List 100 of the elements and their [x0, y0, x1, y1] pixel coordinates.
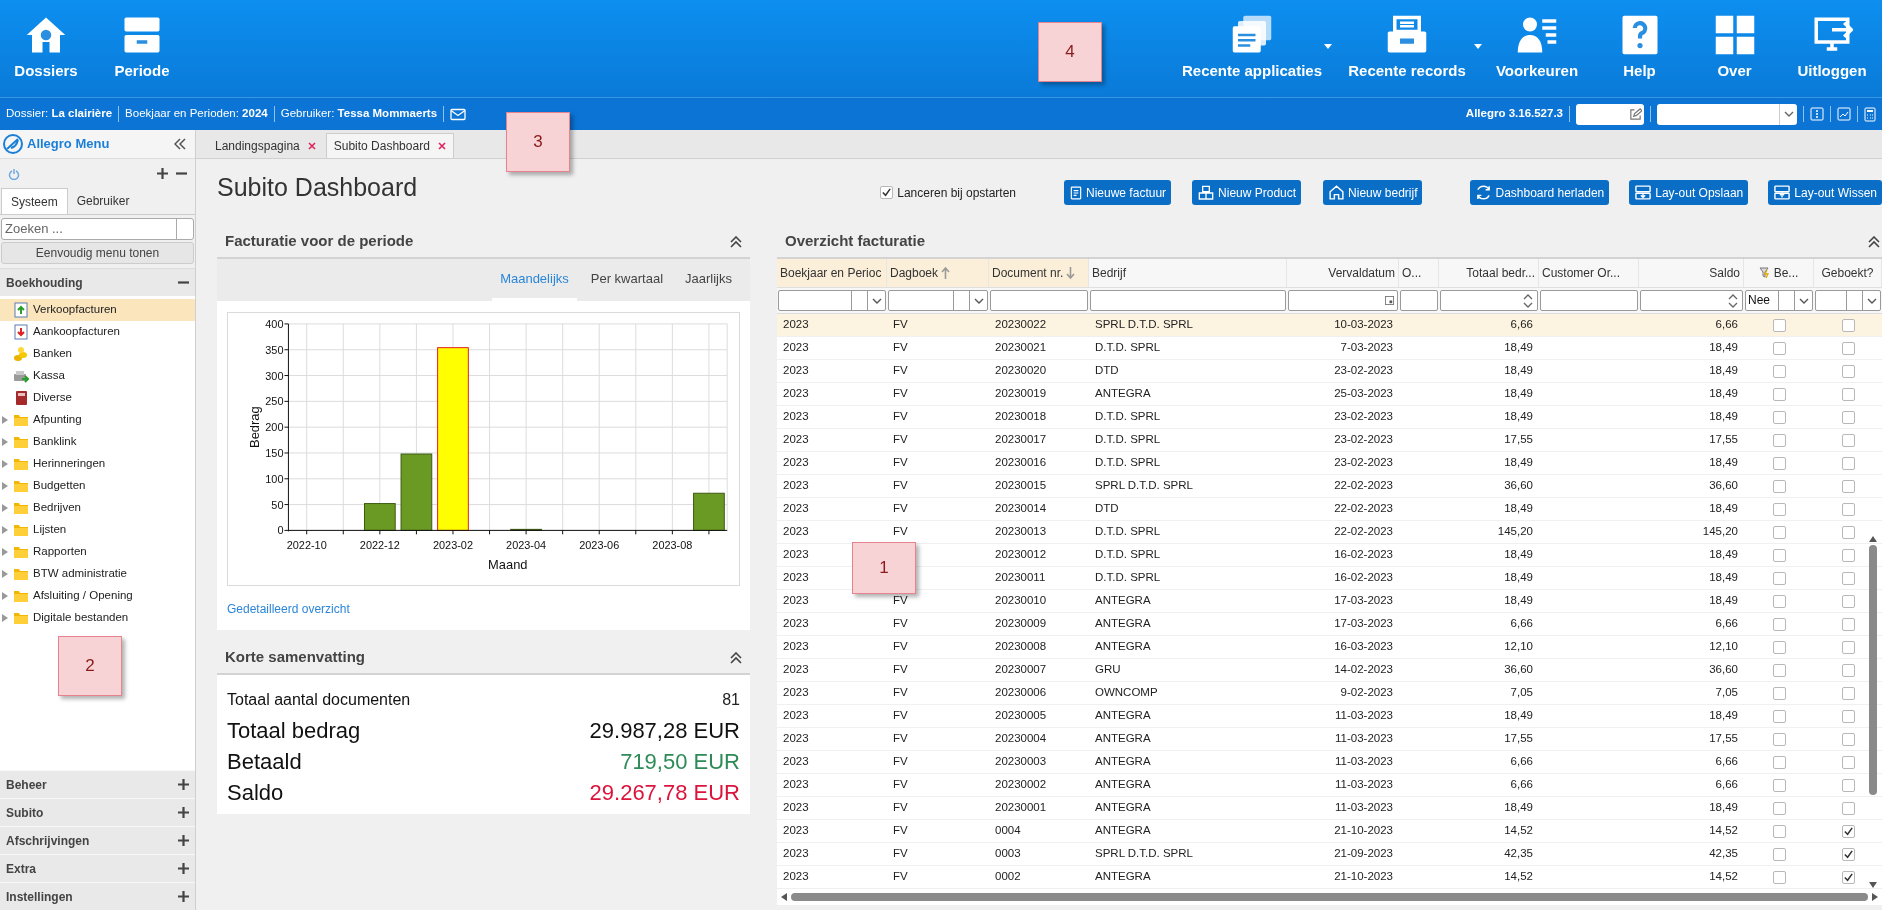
table-cell-text: 20230019 — [995, 386, 1047, 402]
table-cell-text: FV — [893, 478, 908, 494]
table-cell-text: 17,55 — [1709, 731, 1738, 747]
table-cell-text: ANTEGRA — [1095, 593, 1151, 609]
table-cell-text: 2023 — [783, 478, 809, 494]
table-cell-text: 6,66 — [1510, 616, 1533, 632]
table-cell-text: 18,49 — [1504, 800, 1533, 816]
table-cell-text: DTD — [1095, 501, 1119, 517]
table-cell-text: 2023 — [783, 340, 809, 356]
table-cell-text: 2023 — [783, 685, 809, 701]
table-cell-text: ANTEGRA — [1095, 823, 1151, 839]
table-cell-text: 17,55 — [1504, 432, 1533, 448]
table-cell-text: 2023 — [783, 708, 809, 724]
table-cell-text: 18,49 — [1709, 363, 1738, 379]
table-cell-text: 11-03-2023 — [1335, 708, 1393, 724]
table-cell-text: 14,52 — [1709, 869, 1738, 885]
table-cell-text: 2023 — [783, 409, 809, 425]
table-cell-text: 6,66 — [1715, 777, 1738, 793]
version-text: Allegro 3.16.527.3 — [1465, 106, 1563, 122]
table-cell-text: FV — [893, 340, 908, 356]
tick-label: 2023-08 — [652, 539, 693, 552]
summary-label: Totaal aantal documenten — [227, 690, 411, 710]
table-cell-text: 21-10-2023 — [1334, 823, 1393, 839]
table-cell-text: 6,66 — [1715, 616, 1738, 632]
table-cell-text: 18,49 — [1709, 547, 1738, 563]
summary-label: Saldo — [227, 779, 284, 807]
table-cell-text: 17-03-2023 — [1334, 616, 1393, 632]
table-cell-text: FV — [893, 823, 908, 839]
table-cell-text: 18,49 — [1504, 386, 1533, 402]
table-cell-text: 2023 — [783, 386, 809, 402]
info-text: Gebruiker: Tessa Mommaerts — [280, 106, 438, 122]
tick-label: 50 — [271, 498, 284, 511]
tick-label: 100 — [265, 472, 284, 485]
table-cell-text: 11-03-2023 — [1335, 777, 1393, 793]
table-cell-text: 14-02-2023 — [1334, 662, 1393, 678]
table-cell-text: 18,49 — [1709, 386, 1738, 402]
table-cell-text: 18,49 — [1709, 570, 1738, 586]
table-cell-text: 22-02-2023 — [1334, 524, 1393, 540]
axis-title: Bedrag — [246, 406, 262, 448]
table-cell-text: 18,49 — [1504, 501, 1533, 517]
table-cell-text: 2023 — [783, 317, 809, 333]
table-cell-text: 20230002 — [995, 777, 1047, 793]
table-cell-text: 20230015 — [995, 478, 1047, 494]
table-cell-text: GRU — [1095, 662, 1121, 678]
checkbox-label: Lanceren bij opstarten — [897, 184, 1016, 202]
table-cell-text: 18,49 — [1504, 363, 1533, 379]
table-cell-text: 20230008 — [995, 639, 1047, 655]
table-cell-text: 20230009 — [995, 616, 1047, 632]
table-cell-text: D.T.D. SPRL — [1095, 524, 1161, 540]
table-cell-text: 2023 — [783, 662, 809, 678]
table-cell-text: 16-03-2023 — [1334, 639, 1393, 655]
annotation-note: 1 — [852, 542, 916, 594]
table-cell-text: 18,49 — [1709, 708, 1738, 724]
table-cell-text: 18,49 — [1504, 455, 1533, 471]
table-cell-text: FV — [893, 432, 908, 448]
table-cell-text: D.T.D. SPRL — [1095, 570, 1161, 586]
table-cell-text: 23-02-2023 — [1334, 363, 1393, 379]
table-cell-text: 2023 — [783, 754, 809, 770]
table-cell-text: 18,49 — [1709, 340, 1738, 356]
table-cell-text: ANTEGRA — [1095, 754, 1151, 770]
summary-value: 81 — [722, 690, 740, 710]
table-cell-text: DTD — [1095, 363, 1119, 379]
table-cell-text: FV — [893, 685, 908, 701]
table-cell-text: 18,49 — [1709, 455, 1738, 471]
table-cell-text: 7,05 — [1715, 685, 1738, 701]
table-cell-text: FV — [893, 593, 908, 609]
table-cell-text: 12,10 — [1709, 639, 1738, 655]
table-cell-text: 25-03-2023 — [1334, 386, 1393, 402]
axis-title: Maand — [488, 557, 528, 573]
table-cell-text: 16-02-2023 — [1334, 547, 1393, 563]
table-cell-text: SPRL D.T.D. SPRL — [1095, 478, 1193, 494]
tick-label: 400 — [265, 317, 284, 330]
table-cell-text: 145,20 — [1702, 524, 1738, 540]
table-cell-text: 14,52 — [1504, 869, 1533, 885]
tick-label: 200 — [265, 421, 284, 434]
table-cell-text: 2023 — [783, 501, 809, 517]
annotation-note: 3 — [506, 112, 570, 172]
table-cell-text: 42,35 — [1504, 846, 1533, 862]
table-cell-text: 20230004 — [995, 731, 1047, 747]
table-cell-text: FV — [893, 800, 908, 816]
menu-title: Allegro Menu — [27, 135, 110, 154]
table-cell-text: 20230017 — [995, 432, 1047, 448]
annotation-note: 4 — [1038, 22, 1102, 82]
panel-title: Korte samenvatting — [225, 647, 367, 668]
table-cell-text: FV — [893, 317, 908, 333]
table-cell-text: 2023 — [783, 363, 809, 379]
table-cell-text: ANTEGRA — [1095, 777, 1151, 793]
table-cell-text: 20230007 — [995, 662, 1047, 678]
table-cell-text: 2023 — [783, 593, 809, 609]
table-cell-text: 145,20 — [1497, 524, 1533, 540]
table-cell-text: ANTEGRA — [1095, 639, 1151, 655]
tick-label: 2022-10 — [286, 539, 327, 552]
tick-label: 2023-02 — [432, 539, 473, 552]
table-cell-text: 14,52 — [1709, 823, 1738, 839]
table-cell-text: 23-02-2023 — [1334, 409, 1393, 425]
table-cell-text: ANTEGRA — [1095, 869, 1151, 885]
table-cell-text: OWNCOMP — [1095, 685, 1158, 701]
tick-label: 0 — [277, 524, 284, 537]
annotation-note: 2 — [58, 636, 122, 696]
table-cell-text: 2023 — [783, 570, 809, 586]
